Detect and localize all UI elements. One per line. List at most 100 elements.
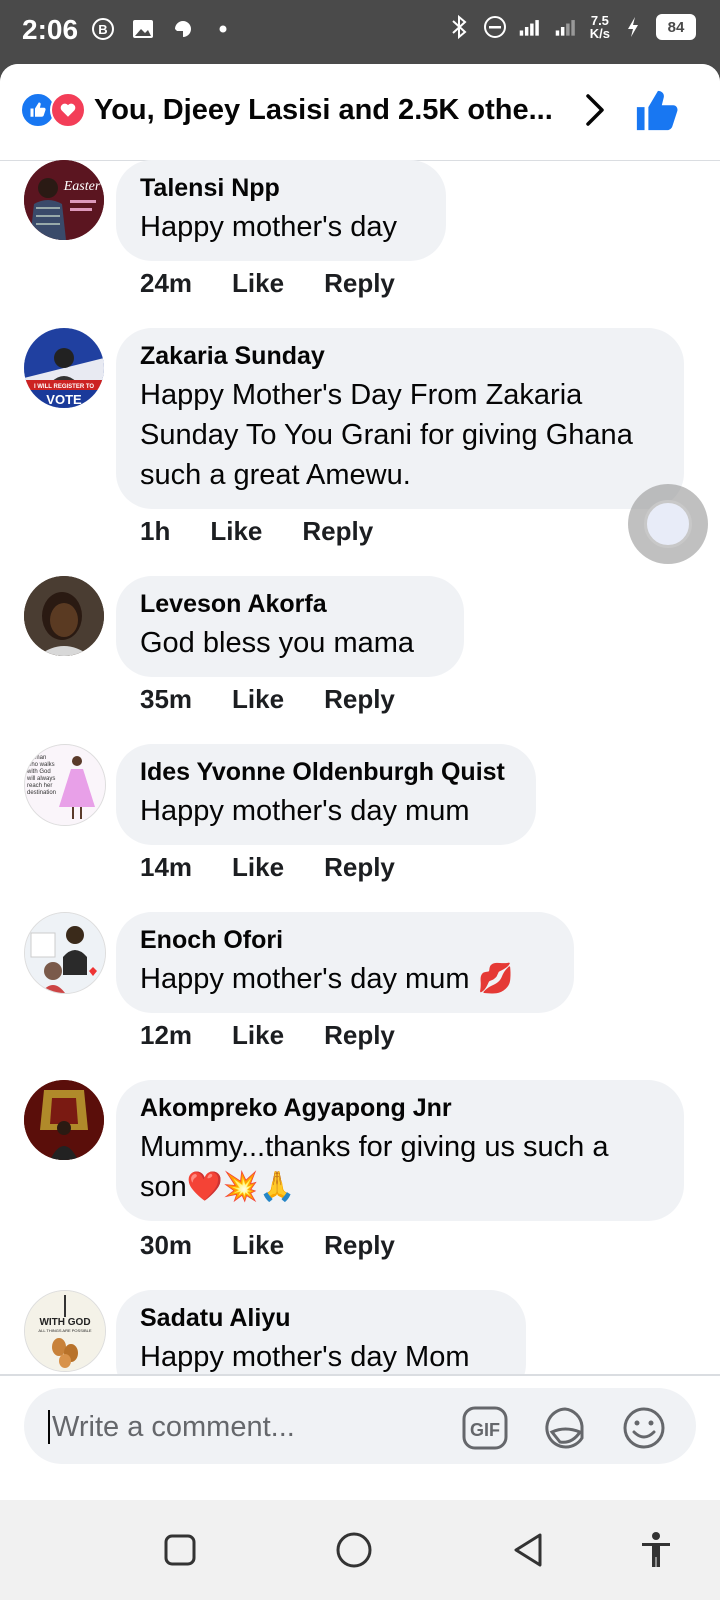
avatar-subtitle: ALL THINGS ARE POSSIBLE (38, 1328, 91, 1333)
avatar[interactable]: I WILL REGISTER TO VOTE (24, 328, 104, 408)
system-nav-bar (0, 1500, 720, 1600)
comment-time[interactable]: 24m (140, 268, 192, 299)
avatar-label: Easter (63, 179, 101, 194)
status-notification-icons: B (90, 16, 236, 42)
comment-actions: 30m Like Reply (140, 1230, 395, 1261)
net-speed-unit: K/s (589, 26, 610, 41)
comment-text: Happy Mother's Day From Zakaria Sunday T… (140, 379, 633, 491)
comment-time[interactable]: 30m (140, 1230, 192, 1261)
signal-3g-icon (554, 14, 580, 40)
chevron-right-icon[interactable] (583, 92, 607, 128)
floating-chat-head[interactable] (628, 484, 708, 564)
comment-author[interactable]: Ides Yvonne Oldenburgh Quist (140, 758, 512, 787)
gif-icon: GIF (462, 1406, 508, 1450)
like-link[interactable]: Like (232, 684, 284, 715)
thumbs-up-icon (636, 90, 678, 131)
comments-sheet: You, Djeey Lasisi and 2.5K othe... Easte… (0, 64, 720, 1500)
comment-text: God bless you mama (140, 627, 415, 659)
comment-author[interactable]: Sadatu Aliyu (140, 1304, 502, 1333)
signal-icon (518, 14, 544, 40)
reply-link[interactable]: Reply (324, 1230, 395, 1261)
avatar-banner-text: I WILL REGISTER TO (34, 384, 94, 390)
avatar[interactable] (24, 912, 106, 994)
status-time: 2:06 (22, 14, 79, 45)
comment-text: Mummy...thanks for giving us such a son❤… (140, 1131, 609, 1203)
comment-author[interactable]: Talensi Npp (140, 174, 422, 203)
comment-bubble[interactable]: Ides Yvonne Oldenburgh Quist Happy mothe… (116, 744, 536, 845)
like-post-button[interactable] (634, 88, 680, 134)
comment-text: Happy mother's day (140, 211, 397, 243)
comment-actions: 1h Like Reply (140, 516, 373, 547)
reaction-icons (20, 92, 90, 128)
comment-author[interactable]: Leveson Akorfa (140, 590, 440, 619)
emoji-icon (623, 1407, 665, 1449)
reply-link[interactable]: Reply (302, 516, 373, 547)
home-button[interactable] (332, 1528, 376, 1572)
comment-input[interactable]: Write a comment... GIF (24, 1388, 696, 1464)
avatar[interactable]: woman who walks with God will always rea… (24, 744, 106, 826)
like-link[interactable]: Like (232, 852, 284, 883)
comment-time[interactable]: 35m (140, 684, 192, 715)
reply-link[interactable]: Reply (324, 684, 395, 715)
avatar[interactable] (24, 576, 104, 656)
comment-actions: 35m Like Reply (140, 684, 395, 715)
comment-time[interactable]: 1h (140, 516, 170, 547)
emoji-button[interactable] (622, 1406, 666, 1450)
comment-bubble[interactable]: Leveson Akorfa God bless you mama (116, 576, 464, 677)
avatar-title: WITH GOD (39, 1317, 90, 1328)
reactions-header[interactable]: You, Djeey Lasisi and 2.5K othe... (0, 64, 720, 161)
reply-link[interactable]: Reply (324, 852, 395, 883)
comment-actions: 24m Like Reply (140, 268, 395, 299)
comment-actions: 12m Like Reply (140, 1020, 395, 1051)
comment-bubble[interactable]: Talensi Npp Happy mother's day (116, 160, 446, 261)
comment-input-placeholder[interactable]: Write a comment... (48, 1410, 295, 1444)
charging-icon (620, 14, 646, 40)
net-speed: 7.5 K/s (590, 14, 610, 40)
gif-label: GIF (470, 1420, 500, 1440)
comment-author[interactable]: Enoch Ofori (140, 926, 550, 955)
comment-author[interactable]: Akompreko Agyapong Jnr (140, 1094, 660, 1123)
circle-icon (336, 1532, 372, 1568)
reactions-summary[interactable]: You, Djeey Lasisi and 2.5K othe... (94, 94, 564, 127)
reply-link[interactable]: Reply (324, 1020, 395, 1051)
heart-icon (50, 92, 86, 128)
svg-text:B: B (98, 22, 107, 37)
app-notification-icon (170, 16, 196, 42)
battery-level: 84 (656, 14, 696, 40)
like-link[interactable]: Like (232, 1020, 284, 1051)
avatar-vote-text: VOTE (46, 392, 82, 407)
status-bar: 2:06 B 7.5 K/s 84 (0, 0, 720, 64)
avatar[interactable]: Easter (24, 160, 104, 240)
comment-text: Happy mother's day mum (140, 795, 470, 827)
bold-circle-icon: B (90, 16, 116, 42)
back-triangle-icon (514, 1533, 542, 1567)
comment-actions: 14m Like Reply (140, 852, 395, 883)
comment-time[interactable]: 12m (140, 1020, 192, 1051)
do-not-disturb-icon (482, 14, 508, 40)
like-link[interactable]: Like (210, 516, 262, 547)
back-button[interactable] (506, 1528, 550, 1572)
square-icon (164, 1534, 196, 1566)
avatar-quote: woman who walks with God will always rea… (27, 755, 57, 796)
accessibility-icon (642, 1532, 670, 1567)
avatar[interactable] (24, 1080, 104, 1160)
comment-text: Happy mother's day Mom (140, 1341, 470, 1373)
comment-bubble[interactable]: Zakaria Sunday Happy Mother's Day From Z… (116, 328, 684, 509)
comment-bubble[interactable]: Enoch Ofori Happy mother's day mum 💋 (116, 912, 574, 1013)
accessibility-button[interactable] (634, 1528, 678, 1572)
comment-author[interactable]: Zakaria Sunday (140, 342, 660, 371)
like-link[interactable]: Like (232, 268, 284, 299)
comment-bubble[interactable]: Akompreko Agyapong Jnr Mummy...thanks fo… (116, 1080, 684, 1221)
bluetooth-icon (446, 14, 472, 40)
comment-time[interactable]: 14m (140, 852, 192, 883)
sticker-button[interactable] (542, 1406, 586, 1450)
comment-list: Easter Talensi Npp Happy mother's day 24… (0, 160, 720, 1462)
avatar[interactable]: WITH GOD ALL THINGS ARE POSSIBLE (24, 1290, 106, 1372)
recent-apps-button[interactable] (158, 1528, 202, 1572)
like-link[interactable]: Like (232, 1230, 284, 1261)
image-icon (130, 16, 156, 42)
comment-composer: Write a comment... GIF (0, 1374, 720, 1502)
reply-link[interactable]: Reply (324, 268, 395, 299)
sticker-icon (545, 1407, 584, 1449)
gif-button[interactable]: GIF (462, 1406, 508, 1450)
